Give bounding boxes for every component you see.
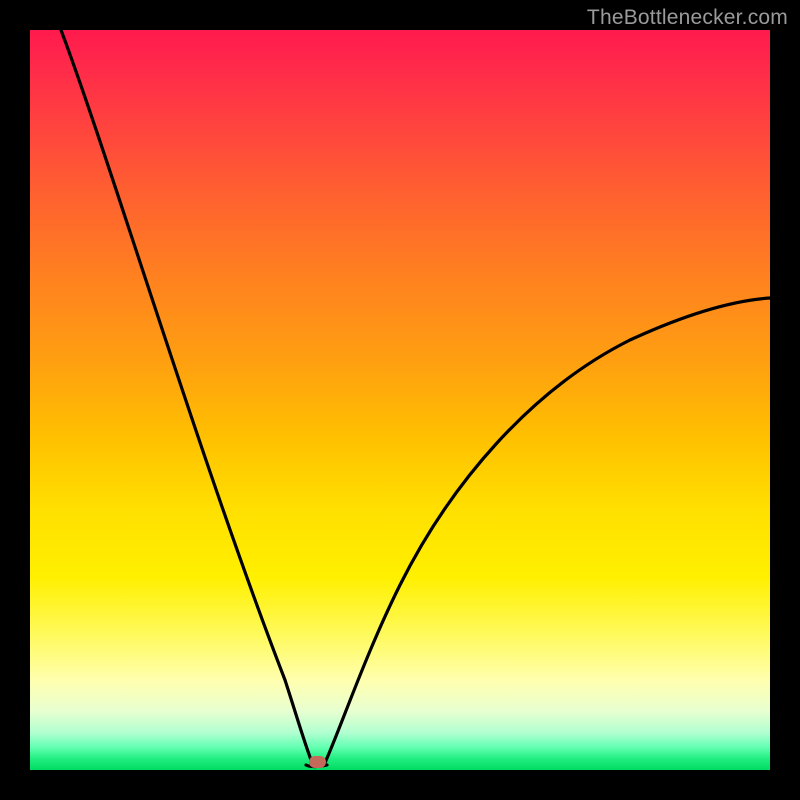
bottleneck-curve	[30, 30, 770, 770]
plot-area	[30, 30, 770, 770]
minimum-marker	[309, 756, 326, 768]
attribution-label: TheBottlenecker.com	[587, 6, 788, 30]
chart-container: TheBottlenecker.com	[0, 0, 800, 800]
